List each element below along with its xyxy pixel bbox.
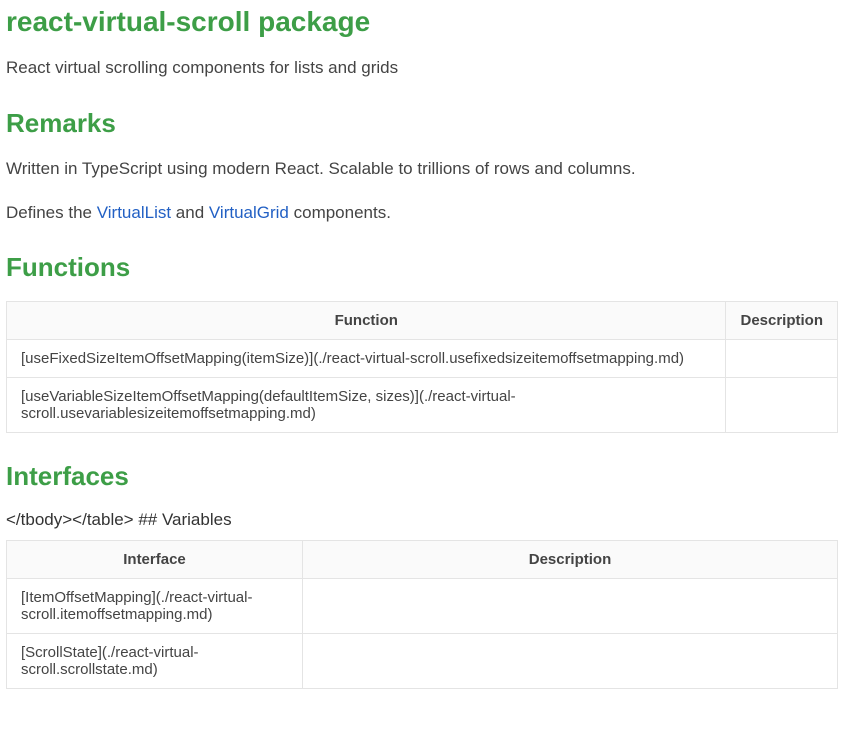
remarks-p2: Defines the VirtualList and VirtualGrid …: [6, 201, 838, 225]
stray-markup-text: </tbody></table> ## Variables: [6, 510, 838, 530]
interfaces-heading: Interfaces: [6, 461, 838, 492]
functions-heading: Functions: [6, 252, 838, 283]
remarks-and: and: [171, 203, 209, 222]
functions-cell-func: [useFixedSizeItemOffsetMapping(itemSize)…: [7, 340, 726, 378]
table-row: [useVariableSizeItemOffsetMapping(defaul…: [7, 378, 838, 433]
interfaces-col-interface: Interface: [7, 541, 303, 579]
interfaces-cell-iface: [ItemOffsetMapping](./react-virtual-scro…: [7, 579, 303, 634]
functions-col-function: Function: [7, 302, 726, 340]
interfaces-cell-iface: [ScrollState](./react-virtual-scroll.scr…: [7, 634, 303, 689]
virtualgrid-link[interactable]: VirtualGrid: [209, 203, 289, 222]
remarks-heading: Remarks: [6, 108, 838, 139]
interfaces-table: Interface Description [ItemOffsetMapping…: [6, 540, 838, 689]
interfaces-cell-desc: [303, 634, 838, 689]
table-row: [ScrollState](./react-virtual-scroll.scr…: [7, 634, 838, 689]
table-row: [useFixedSizeItemOffsetMapping(itemSize)…: [7, 340, 838, 378]
interfaces-cell-desc: [303, 579, 838, 634]
functions-col-description: Description: [726, 302, 838, 340]
functions-table: Function Description [useFixedSizeItemOf…: [6, 301, 838, 433]
table-row: [ItemOffsetMapping](./react-virtual-scro…: [7, 579, 838, 634]
functions-cell-desc: [726, 340, 838, 378]
interfaces-col-description: Description: [303, 541, 838, 579]
remarks-p1: Written in TypeScript using modern React…: [6, 157, 838, 181]
functions-cell-func: [useVariableSizeItemOffsetMapping(defaul…: [7, 378, 726, 433]
functions-cell-desc: [726, 378, 838, 433]
remarks-defines-prefix: Defines the: [6, 203, 97, 222]
remarks-suffix: components.: [289, 203, 391, 222]
page-title: react-virtual-scroll package: [6, 6, 838, 38]
virtuallist-link[interactable]: VirtualList: [97, 203, 171, 222]
intro-paragraph: React virtual scrolling components for l…: [6, 56, 838, 80]
